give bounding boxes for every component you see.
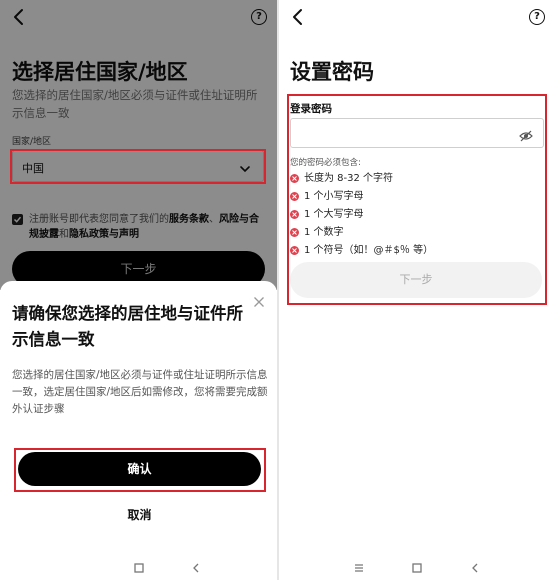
- system-nav-bar: [0, 556, 277, 574]
- help-icon[interactable]: ?: [529, 9, 545, 25]
- nav-back-icon[interactable]: [190, 559, 202, 573]
- home-square-icon[interactable]: [411, 559, 423, 573]
- menu-icon[interactable]: [353, 559, 365, 572]
- requirements-list: 长度为 8-32 个字符 1 个小写字母 1 个大写字母 1 个数字 1 个符号…: [290, 172, 540, 262]
- requirement-text: 1 个小写字母: [304, 191, 364, 202]
- confirm-button[interactable]: 确认: [18, 452, 261, 486]
- requirement-text: 1 个数字: [304, 227, 344, 238]
- cancel-button[interactable]: 取消: [18, 500, 261, 530]
- left-phone-screen: ? 选择居住国家/地区 您选择的居住国家/地区必须与证件或住址证明所示信息一致 …: [0, 0, 277, 580]
- password-label: 登录密码: [290, 103, 332, 115]
- requirements-title: 您的密码必须包含:: [290, 158, 361, 168]
- next-button-disabled[interactable]: 下一步: [290, 262, 542, 298]
- close-icon[interactable]: [253, 293, 265, 307]
- eye-off-icon[interactable]: [519, 127, 533, 142]
- requirement-text: 长度为 8-32 个字符: [304, 173, 394, 184]
- list-item: 1 个大写字母: [290, 208, 540, 226]
- list-item: 1 个数字: [290, 226, 540, 244]
- modal-overlay: [0, 0, 277, 290]
- page-title: 设置密码: [290, 60, 374, 84]
- top-bar: ?: [279, 0, 555, 36]
- sheet-description: 您选择的居住国家/地区必须与证件或住址证明所示信息一致，选定居住国家/地区后如需…: [12, 369, 268, 415]
- error-x-icon: [290, 192, 299, 201]
- confirm-bottom-sheet: 请确保您选择的居住地与证件所示信息一致 您选择的居住国家/地区必须与证件或住址证…: [0, 281, 277, 580]
- list-item: 长度为 8-32 个字符: [290, 172, 540, 190]
- password-field[interactable]: [290, 118, 544, 148]
- list-item: 1 个小写字母: [290, 190, 540, 208]
- error-x-icon: [290, 228, 299, 237]
- system-nav-bar: [279, 556, 555, 574]
- error-x-icon: [290, 210, 299, 219]
- sheet-title: 请确保您选择的居住地与证件所示信息一致: [12, 304, 243, 349]
- back-arrow-icon[interactable]: [287, 6, 309, 28]
- home-square-icon[interactable]: [133, 559, 145, 573]
- list-item: 1 个符号（如！@＃$％ 等）: [290, 244, 540, 262]
- nav-back-icon[interactable]: [469, 559, 481, 573]
- error-x-icon: [290, 174, 299, 183]
- error-x-icon: [290, 246, 299, 255]
- requirement-text: 1 个大写字母: [304, 209, 364, 220]
- requirement-text: 1 个符号（如！@＃$％ 等）: [304, 245, 434, 256]
- right-phone-screen: ? 设置密码 登录密码 您的密码必须包含: 长度为 8-32 个字符 1 个小写…: [279, 0, 555, 580]
